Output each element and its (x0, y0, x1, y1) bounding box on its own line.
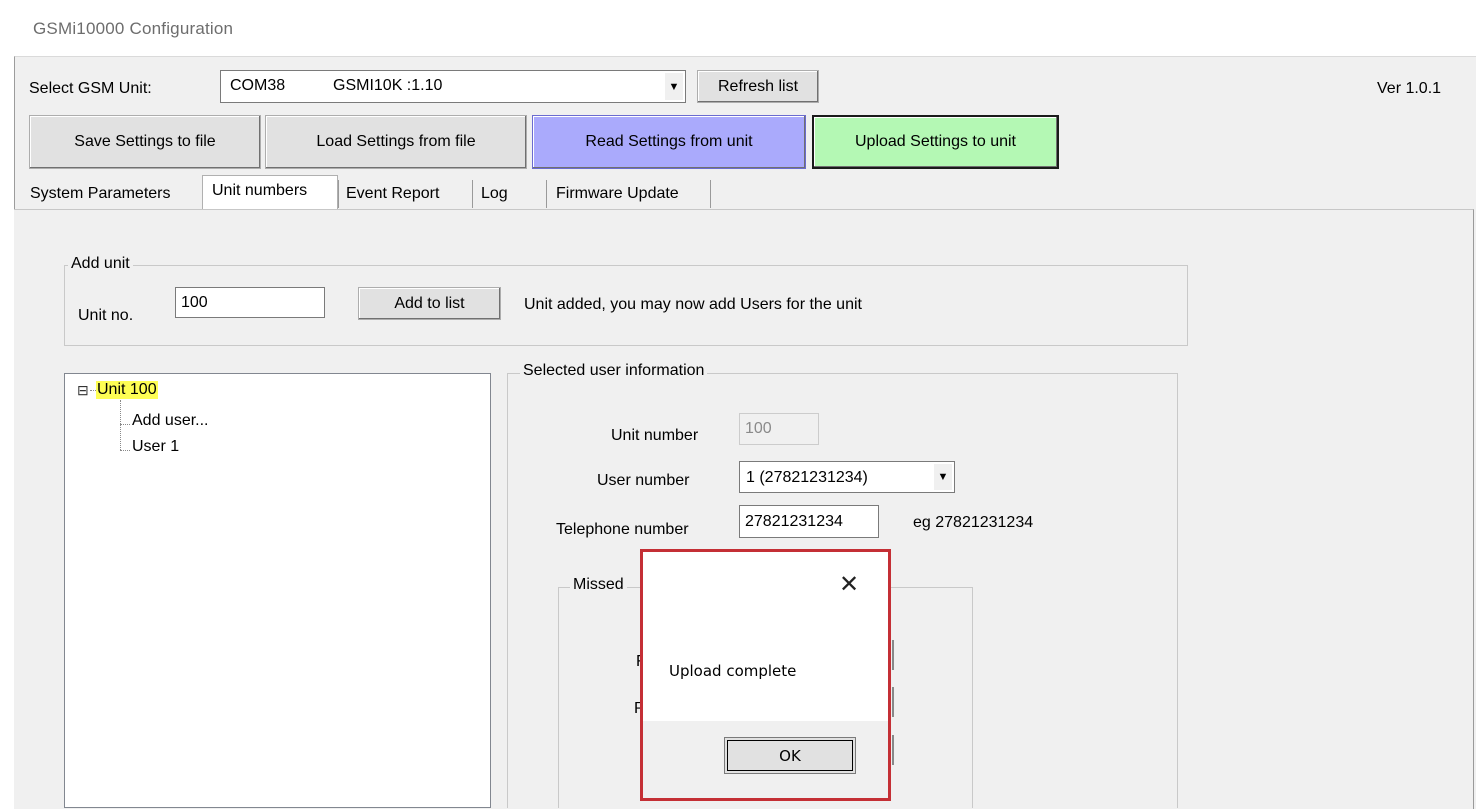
hidden-control-edge (892, 640, 894, 670)
tab-divider (338, 180, 339, 208)
tree-node-unit-100[interactable]: Unit 100 (96, 381, 158, 399)
version-label: Ver 1.0.1 (1377, 80, 1442, 97)
unit-number-field (739, 413, 819, 445)
read-settings-button[interactable]: Read Settings from unit (532, 115, 806, 169)
tree-node-user-1[interactable]: User 1 (132, 438, 179, 456)
tree-connector (120, 424, 130, 425)
gsm-unit-select[interactable]: COM38 GSMI10K :1.10 ▼ (220, 70, 686, 103)
missed-group-title: Missed (570, 576, 627, 594)
collapse-icon[interactable]: ⊟ (77, 383, 89, 397)
user-number-value: 1 (27821231234) (746, 469, 868, 486)
tree-connector (120, 450, 130, 451)
window-title: GSMi10000 Configuration (33, 19, 234, 38)
upload-complete-dialog: ✕ Upload complete OK (640, 549, 891, 801)
add-to-list-button[interactable]: Add to list (358, 287, 501, 320)
load-settings-button[interactable]: Load Settings from file (265, 115, 527, 169)
tab-event-report[interactable]: Event Report (346, 185, 439, 203)
unit-number-label: Unit number (611, 427, 699, 444)
upload-settings-button[interactable]: Upload Settings to unit (812, 115, 1059, 169)
unit-model-text: GSMI10K :1.10 (333, 77, 443, 94)
chevron-down-icon[interactable]: ▼ (665, 73, 683, 100)
refresh-list-button[interactable]: Refresh list (697, 70, 819, 103)
select-gsm-unit-label: Select GSM Unit: (29, 80, 152, 97)
unit-tree[interactable]: ⊟ Unit 100 Add user... User 1 (64, 373, 491, 808)
user-number-label: User number (597, 472, 690, 489)
tab-divider (710, 180, 711, 208)
tab-unit-numbers[interactable]: Unit numbers (212, 182, 307, 200)
telephone-hint: eg 27821231234 (913, 514, 1034, 531)
save-settings-button[interactable]: Save Settings to file (29, 115, 261, 169)
tab-divider (546, 180, 547, 208)
tree-connector (120, 400, 121, 450)
unit-no-label: Unit no. (78, 307, 134, 324)
selected-user-group-title: Selected user information (520, 362, 708, 380)
telephone-number-input[interactable] (739, 505, 879, 538)
unit-port-text: COM38 (230, 77, 286, 94)
add-unit-status-text: Unit added, you may now add Users for th… (524, 296, 862, 313)
tab-log[interactable]: Log (481, 185, 508, 203)
chevron-down-icon[interactable]: ▼ (934, 464, 952, 490)
dialog-message: Upload complete (669, 662, 797, 680)
title-bar: GSMi10000 Configuration (0, 0, 1476, 56)
ok-button[interactable]: OK (724, 737, 856, 774)
user-number-select[interactable]: 1 (27821231234) ▼ (739, 461, 955, 493)
unit-no-input[interactable] (175, 287, 325, 318)
tree-node-add-user[interactable]: Add user... (132, 412, 209, 430)
tab-firmware-update[interactable]: Firmware Update (556, 185, 679, 203)
telephone-number-label: Telephone number (556, 521, 689, 538)
hidden-control-edge (892, 687, 894, 717)
hidden-control-edge (892, 735, 894, 765)
add-unit-group-title: Add unit (68, 255, 133, 273)
close-icon[interactable]: ✕ (839, 572, 859, 596)
tab-system-parameters[interactable]: System Parameters (30, 185, 170, 203)
ok-label: OK (779, 746, 801, 765)
tab-divider (472, 180, 473, 208)
